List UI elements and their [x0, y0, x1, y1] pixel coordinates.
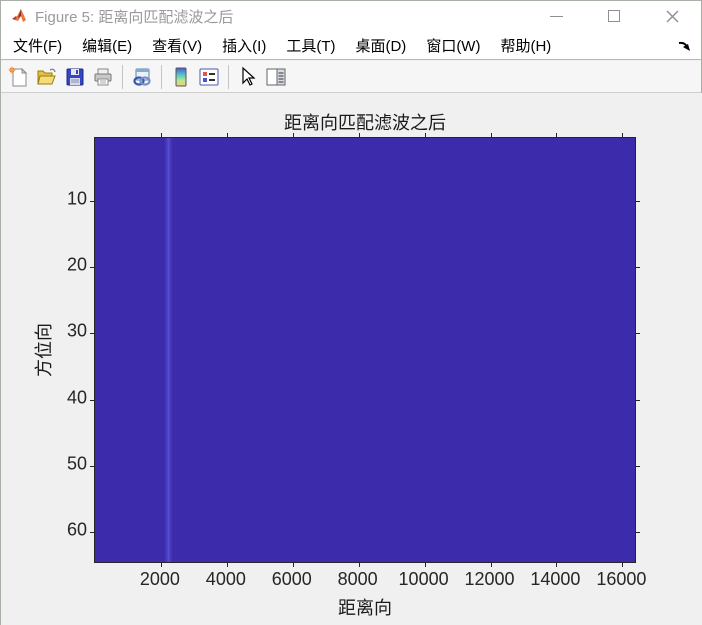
y-tick-mark — [90, 333, 94, 335]
x-tick-mark — [160, 133, 162, 137]
y-tick-mark — [636, 200, 640, 202]
y-tick-mark — [636, 333, 640, 335]
edit-plot-icon — [242, 66, 256, 86]
menu-item[interactable]: 插入(I) — [212, 31, 276, 59]
x-tick-mark — [292, 563, 294, 567]
menu-item[interactable]: 编辑(E) — [72, 31, 142, 59]
figure-canvas: 距离向匹配滤波之后 方位向 10 20 30 40 50 60 2000 4000 6000 8… — [1, 93, 702, 625]
y-tick-label: 50 — [66, 453, 87, 474]
y-tick-label: 10 — [66, 188, 87, 209]
x-tick-mark — [622, 133, 624, 137]
x-tick-label: 6000 — [271, 569, 312, 589]
link-plot-button[interactable] — [128, 63, 156, 91]
x-tick-mark — [490, 563, 492, 567]
y-tick-label: 40 — [66, 387, 87, 408]
menu-item[interactable]: 帮助(H) — [490, 31, 561, 59]
y-tick-label: 30 — [66, 320, 87, 341]
x-tick-label: 2000 — [139, 569, 180, 589]
x-tick-label: 16000 — [596, 569, 647, 589]
open-file-icon — [37, 68, 56, 84]
x-tick-mark — [358, 133, 360, 137]
insert-colorbar-button[interactable] — [167, 63, 195, 91]
window-controls — [527, 1, 701, 31]
minimize-icon — [549, 15, 563, 17]
save-figure-button[interactable] — [61, 63, 89, 91]
x-tick-mark — [226, 563, 228, 567]
insert-colorbar-icon — [175, 67, 187, 86]
print-figure-button[interactable] — [89, 63, 117, 91]
insert-legend-button[interactable] — [195, 63, 223, 91]
y-tick-mark — [90, 532, 94, 534]
save-figure-icon — [66, 68, 84, 85]
x-tick-mark — [490, 133, 492, 137]
y-tick-mark — [90, 200, 94, 202]
minimize-button[interactable] — [527, 1, 585, 31]
new-figure-button[interactable] — [5, 63, 33, 91]
y-tick-mark — [636, 399, 640, 401]
menu-item[interactable]: 文件(F) — [3, 31, 72, 59]
new-figure-icon — [8, 66, 28, 86]
x-tick-mark — [556, 563, 558, 567]
x-tick-label: 8000 — [337, 569, 378, 589]
edit-plot-button[interactable] — [234, 63, 262, 91]
plot-area[interactable] — [90, 133, 640, 567]
x-tick-mark — [622, 563, 624, 567]
y-tick-mark — [636, 267, 640, 269]
window-title: Figure 5: 距离向匹配滤波之后 — [35, 8, 234, 26]
menu-item[interactable]: 查看(V) — [142, 31, 212, 59]
open-file-button[interactable] — [33, 63, 61, 91]
x-axis-label: 距离向 — [338, 598, 392, 619]
property-inspector-icon — [266, 68, 286, 85]
x-tick-label: 14000 — [530, 569, 581, 589]
x-tick-mark — [226, 133, 228, 137]
link-plot-icon — [133, 68, 151, 86]
y-tick-mark — [636, 465, 640, 467]
x-tick-mark — [556, 133, 558, 137]
menu-item[interactable]: 工具(T) — [276, 31, 345, 59]
x-tick-mark — [292, 133, 294, 137]
x-tick-mark — [160, 563, 162, 567]
toolbar-separator — [122, 64, 123, 89]
print-figure-icon — [94, 68, 112, 85]
dock-figure-arrow-icon[interactable] — [677, 38, 693, 54]
x-tick-label: 4000 — [205, 569, 246, 589]
y-tick-mark — [90, 267, 94, 269]
close-button[interactable] — [643, 1, 701, 31]
close-icon — [666, 10, 678, 22]
x-tick-label: 12000 — [464, 569, 515, 589]
title-bar: Figure 5: 距离向匹配滤波之后 — [1, 1, 701, 31]
toolbar-separator — [161, 64, 162, 89]
bright-line — [163, 138, 173, 562]
x-tick-mark — [424, 563, 426, 567]
property-inspector-button[interactable] — [262, 63, 290, 91]
maximize-button[interactable] — [585, 1, 643, 31]
x-tick-mark — [424, 133, 426, 137]
insert-legend-icon — [199, 68, 219, 85]
maximize-icon — [608, 10, 620, 22]
x-tick-label: 10000 — [398, 569, 449, 589]
y-tick-mark — [90, 399, 94, 401]
y-tick-mark — [90, 465, 94, 467]
menu-item[interactable]: 窗口(W) — [416, 31, 490, 59]
toolbar-separator — [228, 64, 229, 89]
x-tick-mark — [358, 563, 360, 567]
matlab-figure-window: Figure 5: 距离向匹配滤波之后 文件(F) 编辑(E) 查看(V) 插入(I)… — [0, 0, 702, 625]
y-tick-label: 20 — [66, 254, 87, 275]
y-tick-labels: 10 20 30 40 50 60 — [1, 137, 87, 563]
heatmap-image — [95, 138, 635, 562]
menu-item[interactable]: 桌面(D) — [345, 31, 416, 59]
menu-bar: 文件(F) 编辑(E) 查看(V) 插入(I) 工具(T) 桌面(D) 窗口(W) 帮助(H) — [1, 31, 701, 60]
figure-toolbar — [1, 61, 701, 93]
x-tick-labels: 2000 4000 6000 8000 10000 12000 14000 16000 — [94, 569, 646, 589]
plot-title: 距离向匹配滤波之后 — [284, 113, 446, 134]
y-tick-label: 60 — [66, 519, 87, 540]
matlab-logo-icon — [12, 9, 26, 22]
y-tick-mark — [636, 532, 640, 534]
